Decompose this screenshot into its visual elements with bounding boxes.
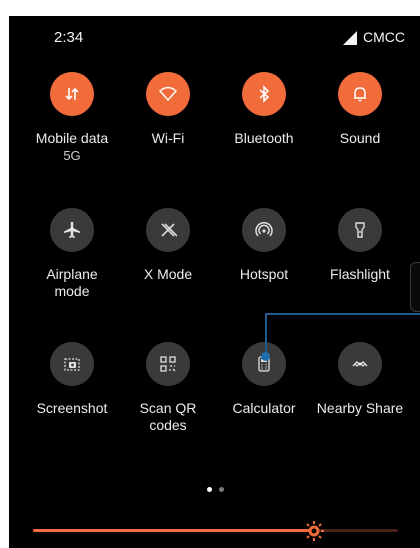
tile-label: X Mode xyxy=(143,266,193,282)
page-dot xyxy=(219,487,225,492)
tile-mobile-data[interactable]: Mobile data 5G xyxy=(22,72,122,164)
tile-label: Nearby Share xyxy=(316,400,404,416)
tile-label: Hotspot xyxy=(239,266,289,282)
scan-qr-button[interactable] xyxy=(146,342,190,386)
tile-scan-qr[interactable]: Scan QR codes xyxy=(118,342,218,434)
tile-flashlight[interactable]: Flashlight xyxy=(310,208,410,283)
tile-label: Airplane mode xyxy=(46,266,98,299)
sound-toggle[interactable] xyxy=(338,72,382,116)
tile-label: Scan QR codes xyxy=(139,400,197,433)
annotation-line xyxy=(265,313,420,315)
flashlight-icon xyxy=(355,222,365,238)
wifi-toggle[interactable] xyxy=(146,72,190,116)
signal-icon xyxy=(343,31,357,45)
brightness-slider[interactable] xyxy=(33,520,398,542)
screenshot-button[interactable] xyxy=(50,342,94,386)
bluetooth-toggle[interactable] xyxy=(242,72,286,116)
qr-code-icon xyxy=(160,356,176,372)
page-indicator xyxy=(207,479,227,492)
airplane-icon xyxy=(64,222,80,238)
carrier-name: CMCC xyxy=(363,29,405,45)
airplane-mode-toggle[interactable] xyxy=(50,208,94,252)
wifi-icon xyxy=(159,86,177,102)
bluetooth-icon xyxy=(259,85,270,103)
tile-label: Bluetooth xyxy=(234,130,294,146)
tile-label: Calculator xyxy=(232,400,296,416)
brightness-thumb[interactable] xyxy=(303,520,325,542)
nearby-share-toggle[interactable] xyxy=(338,342,382,386)
hotspot-toggle[interactable] xyxy=(242,208,286,252)
quick-settings-panel: 2:34 CMCC Mobile data 5G Wi-Fi Bluetooth xyxy=(9,16,420,548)
calculator-button[interactable] xyxy=(242,342,286,386)
status-time: 2:34 xyxy=(54,29,84,46)
hotspot-icon xyxy=(255,221,273,237)
brightness-icon xyxy=(304,521,324,541)
tile-label: Wi-Fi xyxy=(151,130,185,146)
flashlight-toggle[interactable] xyxy=(338,208,382,252)
tile-wifi[interactable]: Wi-Fi xyxy=(118,72,218,147)
tile-nearby-share[interactable]: Nearby Share xyxy=(310,342,410,417)
x-mode-icon xyxy=(161,223,177,237)
tile-label: Sound xyxy=(339,130,381,146)
tile-screenshot[interactable]: Screenshot xyxy=(22,342,122,417)
tile-label: Flashlight xyxy=(330,266,390,282)
tile-sublabel: 5G xyxy=(63,148,81,163)
annotation-marker xyxy=(261,352,270,361)
annotation-line xyxy=(265,314,267,356)
bell-icon xyxy=(354,87,366,102)
mobile-data-toggle[interactable] xyxy=(50,72,94,116)
side-panel-handle[interactable] xyxy=(410,262,420,312)
tile-label: Mobile data xyxy=(35,130,109,146)
tile-sound[interactable]: Sound xyxy=(310,72,410,147)
tile-x-mode[interactable]: X Mode xyxy=(118,208,218,283)
nearby-share-icon xyxy=(352,361,368,367)
x-mode-toggle[interactable] xyxy=(146,208,190,252)
status-bar: 2:34 CMCC xyxy=(9,16,420,56)
brightness-fill xyxy=(33,529,314,532)
tile-airplane-mode[interactable]: Airplane mode xyxy=(22,208,122,300)
screenshot-icon xyxy=(64,358,80,371)
page-dot-active xyxy=(207,487,212,492)
tile-hotspot[interactable]: Hotspot xyxy=(214,208,314,283)
tile-label: Screenshot xyxy=(36,400,108,416)
mobile-data-icon xyxy=(65,87,79,101)
tile-bluetooth[interactable]: Bluetooth xyxy=(214,72,314,147)
